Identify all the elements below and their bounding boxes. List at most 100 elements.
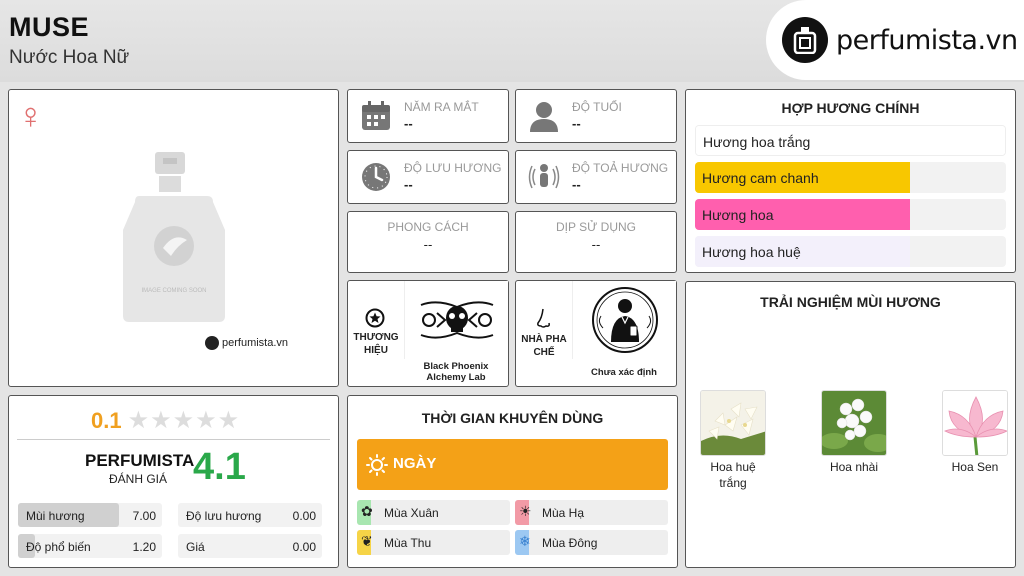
rating-stat-value: 0.00 xyxy=(292,540,316,554)
person-icon xyxy=(528,100,560,137)
rating-stat-label: Độ phổ biến xyxy=(26,540,91,554)
perfume-category: Nước Hoa Nữ xyxy=(9,47,130,68)
perfumer-image xyxy=(572,281,676,359)
style-label: PHONG CÁCH xyxy=(387,220,469,234)
flower-icon: ✿ xyxy=(361,503,373,519)
note-item[interactable]: Hoa huệ trắng xyxy=(700,390,766,491)
tuberose-image xyxy=(700,390,766,456)
sun-icon xyxy=(366,454,388,481)
perfume-bottle-logo-icon xyxy=(782,17,828,63)
brand-logo[interactable]: perfumista.vn xyxy=(766,0,1024,80)
bottle-placeholder-image: IMAGE COMING SOON xyxy=(119,150,231,331)
perfumista-watermark-icon xyxy=(205,336,219,350)
rating-stat: Độ phổ biến 1.20 xyxy=(18,534,162,558)
sillage-value: -- xyxy=(572,177,581,192)
brand-logo-image xyxy=(404,281,508,359)
star-icon[interactable]: ★ xyxy=(173,407,195,434)
accord-label: Hương cam chanh xyxy=(702,170,819,186)
longevity-value: -- xyxy=(404,177,413,192)
note-item[interactable]: Hoa Sen xyxy=(942,390,1008,476)
rating-stat-label: Độ lưu hương xyxy=(186,509,262,523)
note-item[interactable]: Hoa nhài xyxy=(821,390,887,476)
perfumer-label: NHÀ PHA CHẾ xyxy=(521,334,567,358)
star-icon[interactable]: ★ xyxy=(128,407,150,434)
age-value: -- xyxy=(572,116,581,131)
star-icon[interactable]: ★ xyxy=(195,407,217,434)
accord-bar: Hương hoa trắng xyxy=(695,125,1006,156)
release-year-value: -- xyxy=(404,116,413,131)
occasion-label: DỊP SỬ DỤNG xyxy=(555,220,637,234)
notes-title: TRẢI NGHIỆM MÙI HƯƠNG xyxy=(760,294,941,310)
rating-stat-label: Mùi hương xyxy=(26,509,85,523)
main-accords-card: HỢP HƯƠNG CHÍNH Hương hoa trắng Hương cam… xyxy=(685,89,1016,273)
divider xyxy=(17,439,330,440)
accords-title: HỢP HƯƠNG CHÍNH xyxy=(781,100,920,116)
recommended-time-card: THỜI GIAN KHUYÊN DÙNG NGÀY ✿ Mùa Xuân ☀ … xyxy=(347,395,678,568)
lotus-image xyxy=(942,390,1008,456)
time-title: THỜI GIAN KHUYÊN DÙNG xyxy=(421,410,604,426)
occasion-tile: DỊP SỬ DỤNG -- xyxy=(515,211,677,273)
longevity-tile: ĐỘ LƯU HƯƠNG -- xyxy=(347,150,509,204)
scent-experience-card: TRẢI NGHIỆM MÙI HƯƠNG Hoa huệ trắng Hoa … xyxy=(685,281,1016,568)
brand-name[interactable]: Black Phoenix Alchemy Lab xyxy=(404,361,508,384)
note-label: Hoa huệ trắng xyxy=(710,460,756,490)
release-year-label: NĂM RA MẮT xyxy=(404,100,479,114)
age-label: ĐỘ TUỔI xyxy=(572,100,622,114)
note-label: Hoa nhài xyxy=(829,460,879,474)
season-spring: ✿ Mùa Xuân xyxy=(357,500,510,525)
sun-icon: ☀ xyxy=(519,503,532,519)
star-icon[interactable]: ★ xyxy=(218,407,240,434)
product-image-card: ♀ IMAGE COMING SOON perfumista.vn xyxy=(8,89,339,387)
sillage-tile: ĐỘ TOẢ HƯƠNG -- xyxy=(515,150,677,204)
page-header: MUSE Nước Hoa Nữ perfumista.vn xyxy=(0,0,1024,82)
jasmine-image xyxy=(821,390,887,456)
longevity-label: ĐỘ LƯU HƯƠNG xyxy=(404,161,502,175)
perfumista-score: 4.1 xyxy=(193,446,246,488)
rating-stat-value: 0.00 xyxy=(292,509,316,523)
accord-bar: Hương cam chanh xyxy=(695,162,1006,193)
rating-stat: Mùi hương 7.00 xyxy=(18,503,162,527)
style-tile: PHONG CÁCH -- xyxy=(347,211,509,273)
season-autumn: ❦ Mùa Thu xyxy=(357,530,510,555)
season-summer: ☀ Mùa Hạ xyxy=(515,500,668,525)
logo-text: perfumista.vn xyxy=(836,24,1018,56)
season-label: Mùa Thu xyxy=(384,536,432,550)
season-label: Mùa Đông xyxy=(542,536,598,550)
season-label: Mùa Hạ xyxy=(542,506,585,520)
bottle-caption: IMAGE COMING SOON xyxy=(141,288,206,294)
clock-icon xyxy=(360,161,392,198)
brand-label: THƯƠNG HIỆU xyxy=(353,332,399,356)
perfume-name: MUSE xyxy=(9,12,90,42)
brand-tile[interactable]: THƯƠNG HIỆU Black Phoenix Alchemy Lab xyxy=(347,280,509,387)
rating-stat-label: Giá xyxy=(186,540,205,554)
rating-stat: Giá 0.00 xyxy=(178,534,322,558)
perfumer-tile[interactable]: NHÀ PHA CHẾ Chưa xác định xyxy=(515,280,677,387)
accord-bar: Hương hoa xyxy=(695,199,1006,230)
style-value: -- xyxy=(423,237,433,252)
perfumer-name[interactable]: Chưa xác định xyxy=(572,367,676,378)
star-badge-icon xyxy=(365,308,385,333)
age-tile: ĐỘ TUỔI -- xyxy=(515,89,677,143)
sillage-label: ĐỘ TOẢ HƯƠNG xyxy=(572,161,669,175)
season-label: Mùa Xuân xyxy=(384,506,439,520)
snowflake-icon: ❄ xyxy=(519,533,531,549)
rating-stat-value: 1.20 xyxy=(132,540,156,554)
occasion-value: -- xyxy=(591,237,601,252)
perfumista-sub: ĐÁNH GIÁ xyxy=(109,472,168,486)
note-label: Hoa Sen xyxy=(951,460,999,474)
day-bar: NGÀY xyxy=(357,439,668,490)
rating-stat-value: 7.00 xyxy=(132,509,156,523)
radiating-person-icon xyxy=(528,161,560,198)
nose-icon xyxy=(535,308,553,335)
leaf-icon: ❦ xyxy=(361,533,373,549)
rating-stat: Độ lưu hương 0.00 xyxy=(178,503,322,527)
watermark: perfumista.vn xyxy=(205,336,288,350)
accord-label: Hương hoa xyxy=(702,207,774,223)
star-rating[interactable]: ★★★★★ xyxy=(128,409,241,433)
user-rating-score: 0.1 xyxy=(91,408,122,433)
watermark-text: perfumista.vn xyxy=(222,337,289,349)
star-icon[interactable]: ★ xyxy=(150,407,172,434)
rating-card: 0.1 ★★★★★ PERFUMISTA ĐÁNH GIÁ 4.1 Mùi hư… xyxy=(8,395,339,568)
perfumista-label: PERFUMISTA xyxy=(85,451,195,470)
accord-label: Hương hoa huệ xyxy=(702,244,801,260)
